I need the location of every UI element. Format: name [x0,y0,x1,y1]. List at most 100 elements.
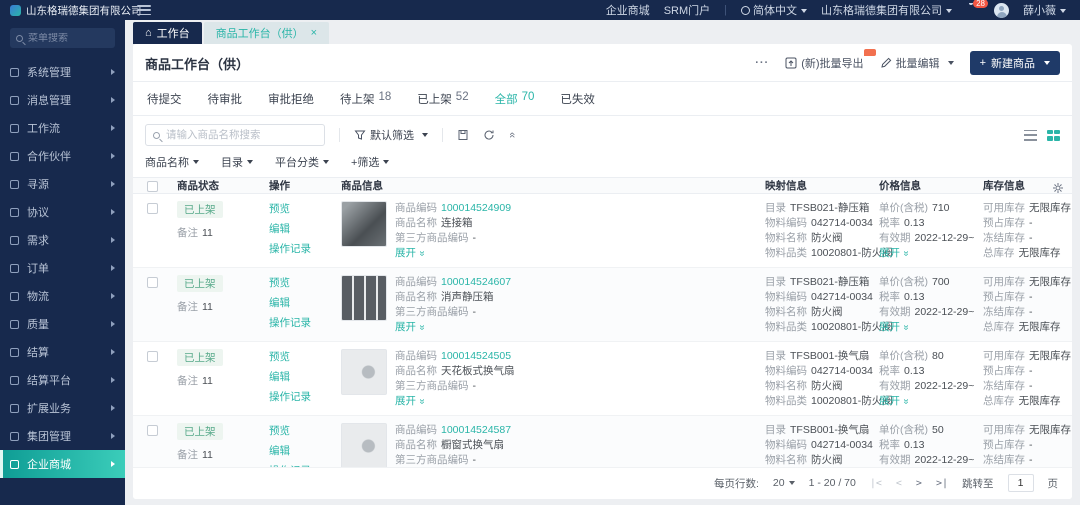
edit-link[interactable]: 编辑 [269,221,341,236]
tab-to-be-listed[interactable]: 待上架18 [340,91,391,107]
org-select[interactable]: 山东格瑞德集团有限公司 [821,2,952,18]
collapse-button[interactable]: « [509,129,515,141]
chip-product-name[interactable]: 商品名称 [145,154,199,170]
sidebar-item-settlement-platform[interactable]: 结算平台 [0,366,125,394]
operation-log-link[interactable]: 操作记录 [269,315,341,330]
menu-search-input[interactable] [28,33,108,44]
first-page-button[interactable]: |< [870,478,882,489]
tab-workbench[interactable]: ⌂工作台 [133,22,202,44]
notification-bell[interactable]: 28 [966,3,980,17]
product-search-input[interactable] [166,129,317,141]
edit-link[interactable]: 编辑 [269,369,341,384]
edit-link[interactable]: 编辑 [269,443,341,458]
edit-link[interactable]: 编辑 [269,295,341,310]
expand-link[interactable]: 展开» [395,246,425,261]
prev-page-button[interactable]: < [896,478,902,489]
col-status: 商品状态 [177,178,269,193]
product-thumbnail [341,423,387,467]
sidebar-item-logistics[interactable]: 物流 [0,282,125,310]
sidebar-item-mall[interactable]: 企业商城 [0,450,125,478]
save-filter-button[interactable] [457,129,469,141]
sidebar-item-settlement[interactable]: 结算 [0,338,125,366]
new-product-button[interactable]: + 新建商品 [970,51,1060,75]
chevron-down-icon [1044,61,1050,65]
expand-link[interactable]: 展开» [395,320,425,335]
row-checkbox[interactable] [147,277,158,288]
sidebar-item-demand[interactable]: 需求 [0,226,125,254]
page-number-input[interactable] [1008,474,1034,492]
product-code-link[interactable]: 100014524607 [441,276,511,288]
operation-log-link[interactable]: 操作记录 [269,389,341,404]
preview-link[interactable]: 预览 [269,349,341,364]
chevron-right-icon [111,377,115,383]
product-search[interactable] [145,124,325,146]
row-checkbox[interactable] [147,425,158,436]
refresh-button[interactable] [483,129,495,141]
product-code-link[interactable]: 100014524909 [441,202,511,214]
batch-export-button[interactable]: (新)批量导出 [785,55,863,71]
avatar[interactable] [994,3,1009,18]
product-code-link[interactable]: 100014524587 [441,424,511,436]
preview-link[interactable]: 预览 [269,201,341,216]
chevron-right-icon [111,265,115,271]
sidebar-item-agreement[interactable]: 协议 [0,198,125,226]
preview-link[interactable]: 预览 [269,423,341,438]
sidebar-item-quality[interactable]: 质量 [0,310,125,338]
batch-edit-button[interactable]: 批量编辑 [880,55,954,71]
expand-link[interactable]: 展开» [879,320,909,335]
default-filter-select[interactable]: 默认筛选 [354,127,428,143]
hamburger-icon[interactable] [137,5,151,15]
next-page-button[interactable]: > [916,478,922,489]
chevron-down-icon [383,160,389,164]
sidebar-item-workflow[interactable]: 工作流 [0,114,125,142]
tab-expired[interactable]: 已失效 [560,91,595,107]
partner-icon [10,152,19,161]
pagination: 每页行数: 20 1 - 20 / 70 |< < > >| 跳转至 页 [133,467,1072,499]
row-checkbox[interactable] [147,351,158,362]
sidebar-item-partner[interactable]: 合作伙伴 [0,142,125,170]
portal-link[interactable]: SRM门户 [664,2,710,18]
settlement-icon [10,348,19,357]
col-mapping-info: 映射信息 [765,178,879,193]
select-all-checkbox[interactable] [147,181,158,192]
expand-link[interactable]: 展开» [879,246,909,261]
chip-platform-category[interactable]: 平台分类 [275,154,329,170]
mall-link[interactable]: 企业商城 [606,2,650,18]
product-code-link[interactable]: 100014524505 [441,350,511,362]
chip-catalog[interactable]: 目录 [221,154,253,170]
extension-icon [10,404,19,413]
chevron-right-icon [111,293,115,299]
sidebar-item-message[interactable]: 消息管理 [0,86,125,114]
user-menu[interactable]: 薛小薇 [1023,2,1066,18]
sidebar-item-system[interactable]: 系统管理 [0,58,125,86]
menu-search[interactable] [10,28,115,48]
chip-add-filter[interactable]: +筛选 [351,154,389,170]
tab-all[interactable]: 全部70 [495,91,535,107]
tab-product-workbench[interactable]: 商品工作台（供）× [204,22,329,44]
row-checkbox[interactable] [147,203,158,214]
preview-link[interactable]: 预览 [269,275,341,290]
sidebar: 系统管理 消息管理 工作流 合作伙伴 寻源 协议 需求 订单 物流 质量 结算 … [0,20,125,505]
sidebar-item-group[interactable]: 集团管理 [0,422,125,450]
rows-per-page-select[interactable]: 20 [773,477,795,489]
tab-listed[interactable]: 已上架52 [417,91,468,107]
chevron-right-icon [111,433,115,439]
sidebar-item-sourcing[interactable]: 寻源 [0,170,125,198]
mall-icon [10,460,19,469]
expand-link[interactable]: 展开» [395,394,425,409]
more-button[interactable]: ··· [755,57,769,69]
expand-link[interactable]: 展开» [879,394,909,409]
home-icon: ⌂ [145,27,152,39]
grid-view-icon[interactable] [1047,130,1060,141]
sidebar-item-order[interactable]: 订单 [0,254,125,282]
sidebar-item-extension[interactable]: 扩展业务 [0,394,125,422]
column-settings-gear-icon[interactable] [1052,182,1064,194]
last-page-button[interactable]: >| [936,478,948,489]
close-icon[interactable]: × [311,27,317,39]
tab-pending-approval[interactable]: 待审批 [208,91,243,107]
language-select[interactable]: 简体中文 [741,2,807,18]
tab-pending-submit[interactable]: 待提交 [147,91,182,107]
operation-log-link[interactable]: 操作记录 [269,241,341,256]
tab-rejected[interactable]: 审批拒绝 [268,91,314,107]
list-view-icon[interactable] [1024,130,1037,141]
